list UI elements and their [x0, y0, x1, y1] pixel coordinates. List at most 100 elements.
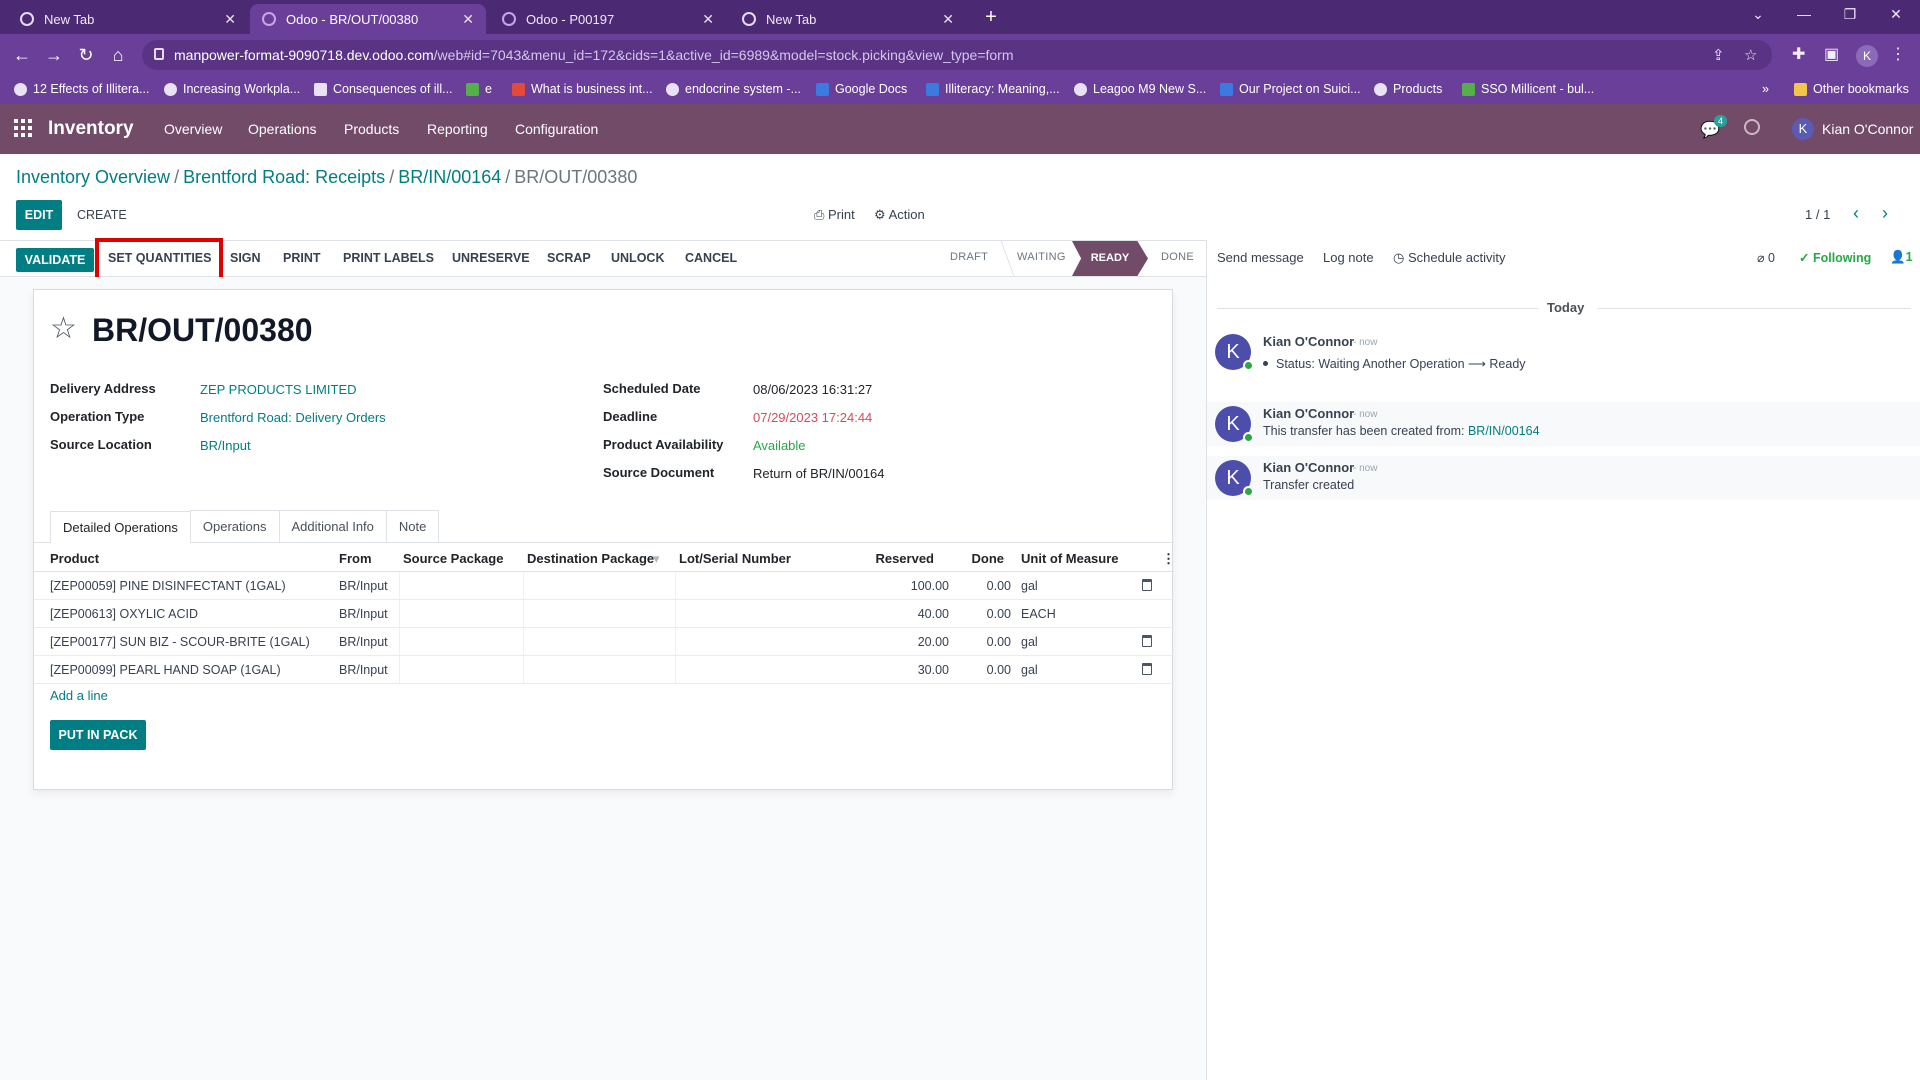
action-menu[interactable]: ⚙ Action — [874, 207, 925, 223]
trash-icon[interactable] — [1142, 663, 1152, 675]
pager-previous-icon[interactable]: ‹ — [1853, 203, 1859, 224]
menu-products[interactable]: Products — [344, 121, 399, 137]
bookmark-item[interactable]: Google Docs — [816, 82, 907, 96]
side-panel-icon[interactable]: ▣ — [1824, 44, 1839, 64]
print-menu[interactable]: ⎙ Print — [814, 207, 855, 223]
reload-icon[interactable]: ↻ — [74, 44, 98, 66]
column-lot-serial[interactable]: Lot/Serial Number — [679, 551, 791, 566]
browser-tab-1[interactable]: New Tab ✕ — [8, 4, 248, 34]
column-product[interactable]: Product — [50, 551, 99, 566]
send-message-button[interactable]: Send message — [1217, 250, 1304, 265]
other-bookmarks[interactable]: Other bookmarks — [1794, 82, 1909, 96]
forward-icon[interactable]: → — [42, 44, 66, 66]
followers-button[interactable]: 👤1 — [1890, 250, 1913, 265]
apps-menu-icon[interactable] — [14, 119, 32, 137]
column-uom[interactable]: Unit of Measure — [1021, 551, 1119, 566]
close-icon[interactable]: ✕ — [224, 11, 236, 28]
pager-value[interactable]: 1 / 1 — [1805, 207, 1830, 222]
unlock-button[interactable]: UNLOCK — [611, 251, 664, 265]
browser-tab-2[interactable]: Odoo - BR/OUT/00380 ✕ — [250, 4, 486, 34]
close-icon[interactable]: ✕ — [702, 11, 714, 28]
bookmark-item[interactable]: SSO Millicent - bul... — [1462, 82, 1594, 96]
source-link[interactable]: BR/IN/00164 — [1468, 424, 1540, 438]
table-row[interactable]: [ZEP00613] OXYLIC ACID BR/Input 40.00 0.… — [34, 600, 1174, 628]
column-done[interactable]: Done — [944, 551, 1005, 566]
app-name[interactable]: Inventory — [48, 118, 134, 140]
breadcrumb-item[interactable]: Brentford Road: Receipts — [183, 167, 385, 187]
breadcrumb-item[interactable]: Inventory Overview — [16, 167, 170, 187]
print-button[interactable]: PRINT — [283, 251, 321, 265]
column-destination-package[interactable]: Destination Package — [527, 551, 654, 566]
delivery-address-value[interactable]: ZEP PRODUCTS LIMITED — [200, 382, 357, 397]
table-row[interactable]: [ZEP00177] SUN BIZ - SCOUR-BRITE (1GAL) … — [34, 628, 1174, 656]
new-tab-button[interactable]: + — [978, 5, 1004, 31]
bookmark-item[interactable]: 12 Effects of Illitera... — [14, 82, 150, 96]
user-name[interactable]: Kian O'Connor — [1822, 121, 1913, 137]
menu-operations[interactable]: Operations — [248, 121, 316, 137]
add-line-link[interactable]: Add a line — [50, 688, 108, 703]
menu-dots-icon[interactable]: ⋮ — [1890, 44, 1906, 64]
scrap-button[interactable]: SCRAP — [547, 251, 591, 265]
tab-search-icon[interactable]: ⌄ — [1744, 6, 1772, 23]
tab-note[interactable]: Note — [385, 510, 440, 542]
table-row[interactable]: [ZEP00059] PINE DISINFECTANT (1GAL) BR/I… — [34, 572, 1174, 600]
bookmark-item[interactable]: Products — [1374, 82, 1442, 96]
row-done[interactable]: 0.00 — [944, 635, 1011, 649]
column-source-package[interactable]: Source Package — [403, 551, 503, 566]
scheduled-date-value[interactable]: 08/06/2023 16:31:27 — [753, 382, 872, 397]
bookmark-star-icon[interactable]: ☆ — [1744, 46, 1757, 64]
close-icon[interactable]: ✕ — [462, 11, 474, 28]
close-window-icon[interactable]: ✕ — [1882, 6, 1910, 23]
column-from[interactable]: From — [339, 551, 372, 566]
stage-waiting[interactable]: WAITING — [1017, 251, 1066, 263]
bookmark-item[interactable]: Increasing Workpla... — [164, 82, 300, 96]
tab-operations[interactable]: Operations — [189, 510, 280, 542]
unreserve-button[interactable]: UNRESERVE — [452, 251, 530, 265]
trash-icon[interactable] — [1142, 579, 1152, 591]
bookmark-item[interactable]: e — [466, 82, 492, 96]
message-author[interactable]: Kian O'Connor — [1263, 334, 1354, 349]
operation-type-value[interactable]: Brentford Road: Delivery Orders — [200, 410, 386, 425]
bookmarks-overflow[interactable]: » — [1762, 82, 1769, 96]
bookmark-item[interactable]: Illiteracy: Meaning,... — [926, 82, 1060, 96]
breadcrumb-item[interactable]: BR/IN/00164 — [398, 167, 501, 187]
optional-columns-icon[interactable]: ⋮ — [1162, 551, 1175, 567]
menu-configuration[interactable]: Configuration — [515, 121, 598, 137]
row-done[interactable]: 0.00 — [944, 579, 1011, 593]
cancel-button[interactable]: CANCEL — [685, 251, 737, 265]
bookmark-item[interactable]: Consequences of ill... — [314, 82, 453, 96]
schedule-activity-button[interactable]: ◷ Schedule activity — [1393, 250, 1506, 266]
attachments-button[interactable]: ⌀ 0 — [1757, 250, 1775, 265]
url-input[interactable]: manpower-format-9090718.dev.odoo.com/web… — [142, 40, 1772, 70]
table-row[interactable]: [ZEP00099] PEARL HAND SOAP (1GAL) BR/Inp… — [34, 656, 1174, 684]
extensions-icon[interactable]: ✚ — [1792, 44, 1805, 64]
menu-overview[interactable]: Overview — [164, 121, 222, 137]
restore-icon[interactable]: ❐ — [1836, 6, 1864, 23]
home-icon[interactable]: ⌂ — [106, 44, 130, 66]
close-icon[interactable]: ✕ — [942, 11, 954, 28]
source-location-value[interactable]: BR/Input — [200, 438, 251, 453]
following-button[interactable]: ✓ Following — [1799, 250, 1871, 265]
activity-clock-icon[interactable] — [1744, 119, 1760, 135]
source-document-value[interactable]: Return of BR/IN/00164 — [753, 466, 885, 481]
back-icon[interactable]: ← — [10, 44, 34, 66]
share-icon[interactable]: ⇪ — [1712, 46, 1725, 64]
bookmark-item[interactable]: endocrine system -... — [666, 82, 801, 96]
star-icon[interactable]: ☆ — [50, 314, 77, 344]
print-labels-button[interactable]: PRINT LABELS — [343, 251, 434, 265]
bookmark-item[interactable]: Leagoo M9 New S... — [1074, 82, 1206, 96]
row-done[interactable]: 0.00 — [944, 663, 1011, 677]
stage-ready[interactable]: READY — [1072, 241, 1148, 276]
sign-button[interactable]: SIGN — [230, 251, 261, 265]
trash-icon[interactable] — [1142, 635, 1152, 647]
validate-button[interactable]: VALIDATE — [16, 248, 94, 272]
pager-next-icon[interactable]: › — [1882, 203, 1888, 224]
browser-profile-avatar[interactable]: K — [1856, 45, 1878, 67]
minimize-icon[interactable]: — — [1790, 6, 1818, 22]
deadline-value[interactable]: 07/29/2023 17:24:44 — [753, 410, 872, 425]
edit-button[interactable]: EDIT — [16, 200, 62, 230]
message-author[interactable]: Kian O'Connor — [1263, 460, 1354, 475]
browser-tab-4[interactable]: New Tab ✕ — [730, 4, 966, 34]
column-reserved[interactable]: Reserved — [844, 551, 934, 566]
user-avatar[interactable]: K — [1792, 118, 1814, 140]
